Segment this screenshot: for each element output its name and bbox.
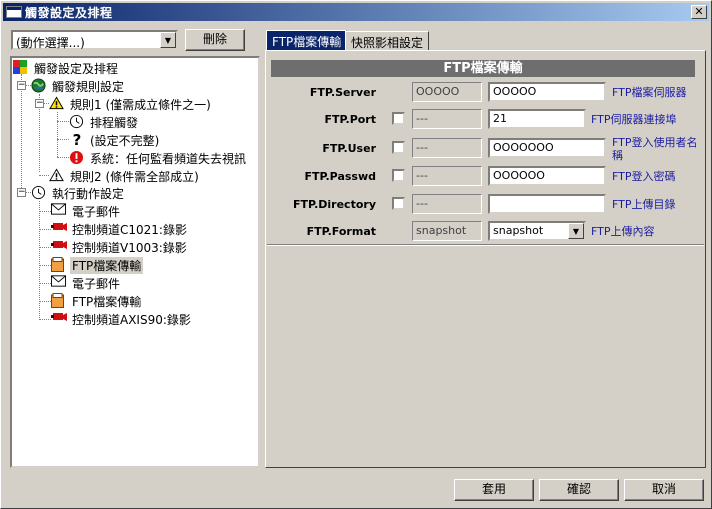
passwd-input[interactable]: OOOOOO <box>488 166 606 186</box>
server-desc: FTP檔案伺服器 <box>612 86 687 99</box>
port-input[interactable]: 21 <box>488 109 586 129</box>
collapse-toggle[interactable]: − <box>17 81 26 90</box>
warning-outline-icon <box>49 168 65 184</box>
tree-root[interactable]: 觸發設定及排程 <box>13 59 120 77</box>
cancel-button[interactable]: 取消 <box>624 479 704 501</box>
tab-snapshot[interactable]: 快照影相設定 <box>345 31 430 51</box>
port-checkbox[interactable] <box>392 112 405 125</box>
window-title: 觸發設定及排程 <box>25 6 113 20</box>
trigger-tree[interactable]: − − − 觸發設定及排程 觸發規則設定 規則1 (僅需成立條件之一) 排程觸發… <box>10 56 260 468</box>
directory-input[interactable] <box>488 194 606 214</box>
camera-icon <box>51 311 67 327</box>
action-label: FTP檔案傳輸 <box>70 256 144 274</box>
tree-item-rule1[interactable]: 規則1 (僅需成立條件之一) <box>49 95 213 113</box>
format-select[interactable]: snapshot ▼ <box>488 221 586 241</box>
format-desc: FTP上傳內容 <box>591 225 655 238</box>
tree-rule2-label: 規則2 (條件需全部成立) <box>70 169 199 184</box>
section-title: FTP檔案傳輸 <box>271 60 695 77</box>
tree-incomplete-label: (設定不完整) <box>90 133 160 148</box>
format-select-value: snapshot <box>493 224 544 237</box>
warning-icon <box>49 96 65 112</box>
action-label: FTP檔案傳輸 <box>72 294 142 309</box>
close-button[interactable]: ✕ <box>691 5 707 19</box>
window-icon <box>6 6 22 18</box>
port-default: --- <box>412 109 482 129</box>
dialog-window: 觸發設定及排程 ✕ (動作選擇...) ▼ 刪除 − − − 觸發設定及排程 觸… <box>0 0 712 509</box>
port-desc: FTP伺服器連接埠 <box>591 113 677 126</box>
question-icon: ? <box>72 131 82 149</box>
tree-item-rules[interactable]: 觸發規則設定 <box>31 77 126 95</box>
envelope-icon <box>51 203 67 219</box>
action-select[interactable]: (動作選擇...) ▼ <box>11 30 178 50</box>
action-item[interactable]: 電子郵件 <box>51 202 122 220</box>
action-select-value: (動作選擇...) <box>16 36 85 50</box>
field-label-server: FTP.Server <box>309 86 376 99</box>
globe-icon <box>31 78 47 94</box>
passwd-default: --- <box>412 166 482 186</box>
collapse-toggle[interactable]: − <box>35 99 44 108</box>
title-bar[interactable]: 觸發設定及排程 ✕ <box>3 3 709 21</box>
user-checkbox[interactable] <box>392 141 405 154</box>
field-label-port: FTP.Port <box>324 113 376 126</box>
grid-app-icon <box>13 60 29 76</box>
clock-icon <box>31 185 47 201</box>
user-desc: FTP登入使用者名稱 <box>612 136 698 162</box>
action-item[interactable]: 控制頻道C1021:錄影 <box>51 220 189 238</box>
server-default: OOOOO <box>412 82 482 102</box>
tree-actions-label: 執行動作設定 <box>52 186 125 201</box>
tree-system-label: 系統：任何監看頻道失去視訊 <box>90 151 247 166</box>
passwd-desc: FTP登入密碼 <box>612 170 676 183</box>
action-label: 電子郵件 <box>72 276 121 291</box>
action-item-selected[interactable]: FTP檔案傳輸 <box>51 256 144 274</box>
ftp-file-icon <box>51 293 67 309</box>
format-default: snapshot <box>412 221 482 241</box>
action-item[interactable]: 電子郵件 <box>51 274 122 292</box>
user-input[interactable]: OOOOOOO <box>488 138 606 158</box>
directory-desc: FTP上傳目錄 <box>612 198 676 211</box>
collapse-toggle[interactable]: − <box>17 188 26 197</box>
tab-ftp[interactable]: FTP檔案傳輸 <box>266 30 348 51</box>
field-label-passwd: FTP.Passwd <box>304 170 376 183</box>
tree-item-incomplete[interactable]: ? (設定不完整) <box>69 131 161 149</box>
camera-icon <box>51 239 67 255</box>
ftp-file-icon <box>51 257 67 273</box>
separator <box>267 244 704 246</box>
envelope-icon <box>51 275 67 291</box>
field-label-directory: FTP.Directory <box>293 198 376 211</box>
tree-schedule-label: 排程觸發 <box>90 115 139 130</box>
action-label: 控制頻道V1003:錄影 <box>72 240 187 255</box>
tree-item-system[interactable]: 系統：任何監看頻道失去視訊 <box>69 149 248 167</box>
error-icon <box>69 150 85 166</box>
field-label-user: FTP.User <box>322 142 376 155</box>
server-input[interactable]: OOOOO <box>488 82 606 102</box>
directory-default: --- <box>412 194 482 214</box>
ok-button[interactable]: 確認 <box>539 479 619 501</box>
action-item[interactable]: FTP檔案傳輸 <box>51 292 143 310</box>
field-label-format: FTP.Format <box>306 225 376 238</box>
tree-item-schedule[interactable]: 排程觸發 <box>69 113 140 131</box>
user-default: --- <box>412 138 482 158</box>
tree-item-actions[interactable]: 執行動作設定 <box>31 184 126 202</box>
directory-checkbox[interactable] <box>392 197 405 210</box>
action-item[interactable]: 控制頻道AXIS90:錄影 <box>51 310 193 328</box>
action-item[interactable]: 控制頻道V1003:錄影 <box>51 238 189 256</box>
clock-icon <box>69 114 85 130</box>
action-label: 控制頻道C1021:錄影 <box>72 222 187 237</box>
tree-rules-label: 觸發規則設定 <box>52 79 125 94</box>
camera-icon <box>51 221 67 237</box>
apply-button[interactable]: 套用 <box>454 479 534 501</box>
action-label: 電子郵件 <box>72 204 121 219</box>
passwd-checkbox[interactable] <box>392 169 405 182</box>
tree-rule1-label: 規則1 (僅需成立條件之一) <box>70 97 211 112</box>
tree-item-rule2[interactable]: 規則2 (條件需全部成立) <box>49 167 201 185</box>
delete-button[interactable]: 刪除 <box>185 29 245 51</box>
chevron-down-icon[interactable]: ▼ <box>568 223 584 239</box>
chevron-down-icon[interactable]: ▼ <box>160 32 176 48</box>
tree-root-label: 觸發設定及排程 <box>34 61 119 76</box>
action-label: 控制頻道AXIS90:錄影 <box>72 312 191 327</box>
